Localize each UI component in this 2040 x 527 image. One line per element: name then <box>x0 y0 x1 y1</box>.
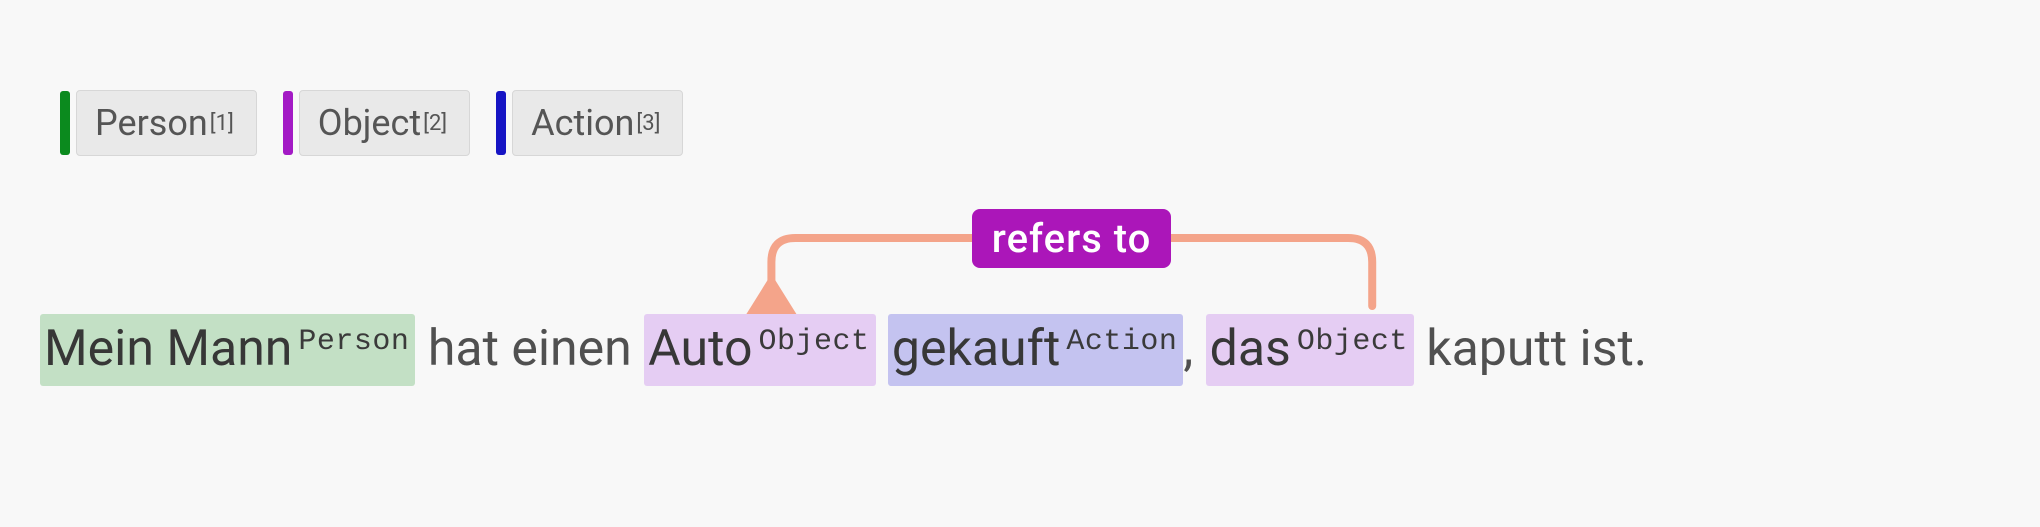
legend-chip: Object[2] <box>299 90 470 156</box>
entity-tag: Action <box>1066 325 1177 359</box>
legend-chip: Action[3] <box>512 90 683 156</box>
legend-stripe-icon <box>496 91 506 155</box>
legend-item-action[interactable]: Action[3] <box>496 90 683 156</box>
entity-text: Mein Mann <box>44 320 292 378</box>
entity-person[interactable]: Mein MannPerson <box>40 314 415 386</box>
legend-stripe-icon <box>60 91 70 155</box>
legend: Person[1] Object[2] Action[3] <box>60 90 683 156</box>
legend-item-person[interactable]: Person[1] <box>60 90 257 156</box>
legend-item-object[interactable]: Object[2] <box>283 90 470 156</box>
relation-label-text: refers to <box>992 215 1152 262</box>
legend-label: Action <box>531 102 634 144</box>
entity-text: Auto <box>648 320 752 378</box>
entity-tag: Person <box>298 325 409 359</box>
legend-label: Object <box>318 102 421 144</box>
text: kaputt ist. <box>1414 320 1647 378</box>
entity-text: das <box>1210 320 1291 378</box>
entity-object[interactable]: dasObject <box>1206 314 1414 386</box>
entity-action[interactable]: gekauftAction <box>888 314 1183 386</box>
legend-chip: Person[1] <box>76 90 257 156</box>
entity-tag: Object <box>1297 325 1408 359</box>
relation-label[interactable]: refers to <box>972 209 1172 268</box>
text: , <box>1183 320 1205 378</box>
entity-text: gekauft <box>892 320 1060 378</box>
annotation-canvas: Person[1] Object[2] Action[3] refers to <box>0 0 2040 527</box>
text: hat einen <box>415 320 644 378</box>
legend-index: [1] <box>210 111 234 136</box>
legend-index: [2] <box>423 111 447 136</box>
legend-stripe-icon <box>283 91 293 155</box>
text <box>876 320 888 378</box>
legend-label: Person <box>95 102 208 144</box>
legend-index: [3] <box>636 111 660 136</box>
annotated-sentence: Mein MannPerson hat einen AutoObject gek… <box>40 314 1647 386</box>
entity-tag: Object <box>758 325 869 359</box>
entity-object[interactable]: AutoObject <box>644 314 875 386</box>
